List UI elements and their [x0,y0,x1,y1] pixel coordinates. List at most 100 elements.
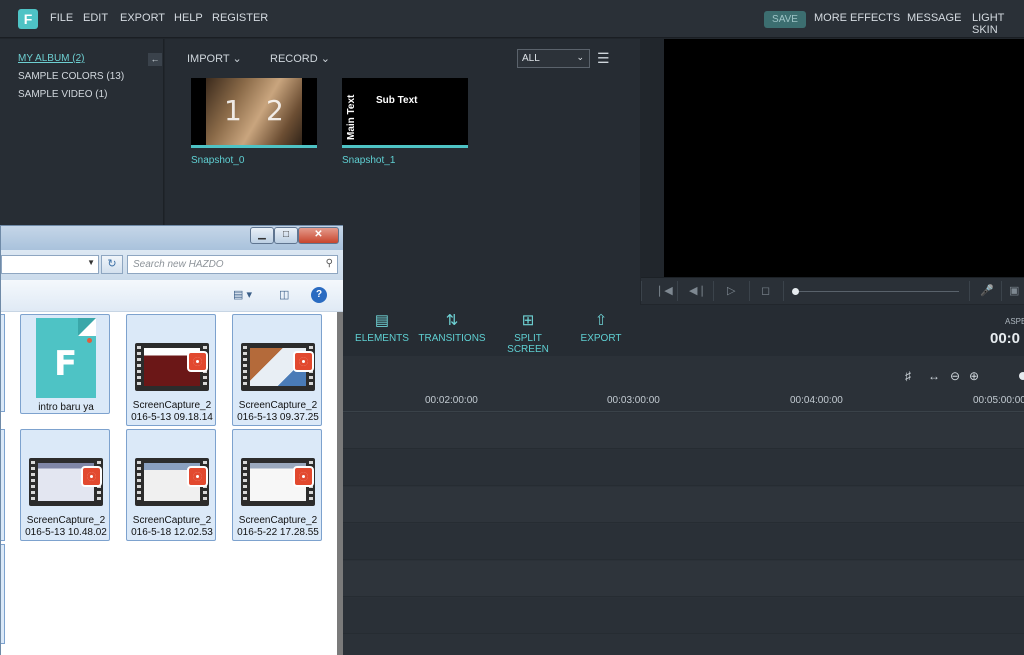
preview-player [664,39,1024,277]
separator [749,281,750,301]
file-name: ScreenCapture_2 016-5-13 09.18.14 [131,400,213,423]
zoom-out-icon[interactable]: ⊖ [950,369,960,383]
search-icon[interactable]: ⚲ [326,258,333,269]
file-name: intro baru ya [38,402,94,413]
timeline-track[interactable] [343,487,1024,523]
record-badge-icon [293,466,314,487]
split-screen-label: SPLIT SCREEN [507,333,549,355]
fit-timeline-icon[interactable]: ↔ [928,369,940,383]
window-title-bar[interactable]: ▁ □ ✕ [1,226,343,250]
record-dropdown[interactable]: RECORD ⌄ [270,52,330,65]
progress-handle[interactable] [792,288,799,295]
filter-select[interactable]: ALL ⌄ [517,49,590,68]
address-bar[interactable]: ▼ [1,255,99,274]
edit-toolbar: ▤ ELEMENTS ⇅ TRANSITIONS ⊞ SPLIT SCREEN … [343,305,1024,356]
ruler-tick-label: 00:04:00:00 [790,395,843,406]
separator [677,281,678,301]
close-icon[interactable]: ✕ [298,227,339,244]
search-placeholder: Search new HAZDO [133,259,224,270]
ruler-tick-label: 00:03:00:00 [607,395,660,406]
file-tile-partial[interactable] [1,544,5,644]
file-tile[interactable]: F intro baru ya [20,314,110,414]
help-icon[interactable]: ? [311,287,327,303]
play-icon[interactable]: ▷ [727,284,735,297]
list-view-icon[interactable]: ☰ [597,50,610,67]
timeline-ruler[interactable]: 00:02:00:00 00:03:00:00 00:04:00:00 00:0… [343,390,1024,412]
project-file-icon: F [36,318,96,398]
photo-thumbnail [206,78,302,145]
transition-icon: ⇅ [445,312,459,329]
export-button[interactable]: ⇧ EXPORT [575,311,627,344]
vertical-scrollbar[interactable] [337,312,343,655]
menu-register[interactable]: REGISTER [212,12,268,24]
thumb-label: Snapshot_0 [191,155,245,166]
aspect-ratio-label: ASPE [1005,317,1024,326]
preview-pane-icon[interactable]: ◫ [279,288,289,301]
number-overlay: 1 [224,94,242,127]
address-bar-row: ▼ ↻ Search new HAZDO ⚲ [1,250,343,280]
step-back-icon[interactable]: ◀❘ [689,284,707,297]
chevron-down-icon: ⌄ [232,53,242,65]
export-label: EXPORT [580,333,622,344]
media-thumb-snapshot-0[interactable]: 1 2 [191,78,317,148]
menu-edit[interactable]: EDIT [83,12,108,24]
album-sample-colors[interactable]: SAMPLE COLORS (13) [18,71,124,82]
elements-button[interactable]: ▤ ELEMENTS [354,311,410,344]
timecode-display: 00:0 [990,330,1021,347]
ruler-tick-label: 00:02:00:00 [425,395,478,406]
skip-start-icon[interactable]: ❘◀ [655,284,673,297]
file-name: ScreenCapture_2 016-5-13 09.37.25 [237,400,319,423]
file-tile[interactable]: ScreenCapture_2 016-5-18 12.02.53 [126,429,216,541]
split-screen-button[interactable]: ⊞ SPLIT SCREEN [493,311,563,355]
timeline-track[interactable] [343,524,1024,560]
timeline-track[interactable] [343,413,1024,449]
command-bar: ▤ ▾ ◫ ? [1,280,343,312]
thumb-label: Snapshot_1 [342,155,396,166]
number-overlay: 2 [266,94,284,127]
ruler-tick-label: 00:05:00:00 [973,395,1024,406]
file-tile[interactable]: ScreenCapture_2 016-5-13 10.48.02 [20,429,110,541]
file-tile[interactable]: ScreenCapture_2 016-5-13 09.37.25 [232,314,322,426]
import-label: IMPORT [187,53,230,65]
arrow-left-icon[interactable]: ← [148,53,162,66]
view-options-icon[interactable]: ▤ ▾ [233,288,252,301]
record-badge-icon [81,466,102,487]
light-skin-link[interactable]: LIGHT SKIN [972,12,1024,36]
media-thumb-snapshot-1[interactable]: Main Text Sub Text [342,78,468,148]
timeline-zoom-bar: ♯ ↔ ⊖ ⊕ [343,356,1024,390]
zoom-in-icon[interactable]: ⊕ [969,369,979,383]
import-dropdown[interactable]: IMPORT ⌄ [187,52,242,65]
refresh-icon[interactable]: ↻ [101,255,123,274]
file-name: ScreenCapture_2 016-5-18 12.02.53 [131,515,213,538]
message-link[interactable]: MESSAGE [907,12,961,24]
timeline-track[interactable] [343,450,1024,486]
file-tile-partial[interactable] [1,314,5,412]
search-input[interactable]: Search new HAZDO ⚲ [127,255,338,274]
timeline-track[interactable] [343,561,1024,597]
split-screen-icon: ⊞ [521,312,535,329]
stop-icon[interactable]: ◻ [761,284,770,297]
minimize-icon[interactable]: ▁ [250,227,274,244]
save-button[interactable]: SAVE [764,11,806,28]
file-tile[interactable]: ScreenCapture_2 016-5-13 09.18.14 [126,314,216,426]
export-icon: ⇧ [594,312,608,329]
timeline-track[interactable] [343,598,1024,634]
file-tile-partial[interactable] [1,429,5,541]
more-effects-link[interactable]: MORE EFFECTS [814,12,900,24]
file-tile[interactable]: ScreenCapture_2 016-5-22 17.28.55 [232,429,322,541]
snapshot-icon[interactable]: ▣ [1009,284,1019,297]
menu-help[interactable]: HELP [174,12,203,24]
chevron-down-icon[interactable]: ▼ [87,258,95,267]
zoom-slider-handle[interactable] [1019,372,1024,380]
menu-export[interactable]: EXPORT [120,12,165,24]
transitions-button[interactable]: ⇅ TRANSITIONS [417,311,487,344]
microphone-icon[interactable]: 🎤 [980,284,994,297]
album-sample-video[interactable]: SAMPLE VIDEO (1) [18,89,107,100]
album-my-album[interactable]: MY ALBUM (2) [18,53,85,64]
maximize-icon[interactable]: □ [274,227,298,244]
menu-file[interactable]: FILE [50,12,73,24]
main-text-title: Main Text [346,94,357,140]
progress-track[interactable] [795,291,959,292]
audio-mixer-icon[interactable]: ♯ [905,369,911,383]
filter-value: ALL [522,53,540,64]
